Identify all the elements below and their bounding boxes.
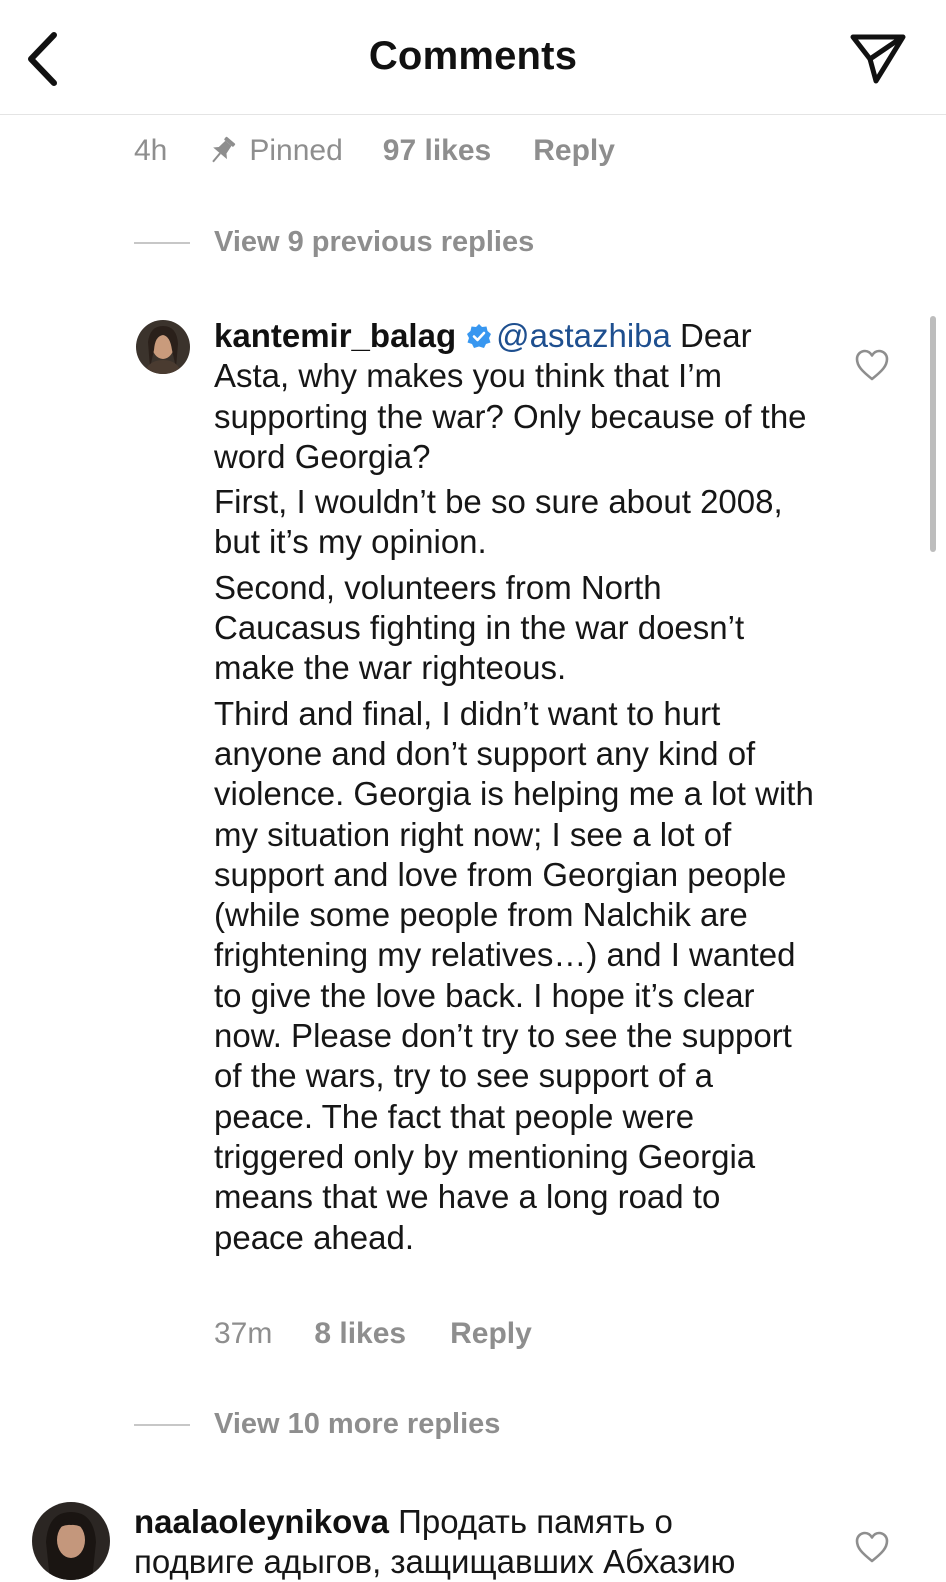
page-title: Comments [368,34,578,78]
mention-link[interactable]: @astazhiba [496,317,671,354]
avatar-image [32,1502,110,1580]
avatar[interactable] [136,320,190,374]
paper-plane-icon [850,34,906,84]
view-more-replies-label: View 10 more replies [214,1408,501,1440]
comment-paragraph: First, I wouldn’t be so sure about 2008,… [214,483,783,561]
comment-text: Продать память о [388,1503,673,1540]
scrollbar[interactable] [930,316,936,552]
comment-paragraph: Third and final, I didn’t want to hurt a… [214,694,814,1256]
comment-paragraph: kantemir_balag @astazhiba Dear Asta, why … [214,316,814,477]
comment-paragraph: Second, volunteers from North Caucasus f… [214,568,745,687]
pinned-comment-meta: 4h Pinned 97 likes Reply [134,134,615,168]
pinned-label: Pinned [249,134,343,167]
comment-username[interactable]: kantemir_balag [214,317,456,354]
reply-comment-meta: 37m 8 likes Reply [214,1317,532,1351]
comment-time: 37m [214,1317,273,1350]
comment-line: naalaoleynikova Продать память о [134,1502,814,1542]
view-previous-replies-button[interactable]: View 9 previous replies [134,226,534,259]
avatar[interactable] [32,1502,110,1580]
pin-icon [212,136,236,163]
reply-button[interactable]: Reply [533,134,615,168]
likes-count[interactable]: 8 likes [314,1317,406,1351]
view-previous-replies-label: View 9 previous replies [214,226,535,258]
top-bar: Comments [0,0,946,115]
divider-line [134,1423,190,1426]
share-button[interactable] [846,26,910,90]
likes-count[interactable]: 97 likes [383,134,491,168]
avatar-image [136,320,190,374]
comment-line: подвиге адыгов, защищавших Абхазию [134,1543,736,1580]
heart-icon [855,1531,889,1563]
like-button[interactable] [854,348,890,382]
reply-button[interactable]: Reply [450,1317,532,1351]
divider-line [134,241,190,244]
reply-comment: kantemir_balag @astazhiba Dear Asta, why … [214,316,814,1258]
verified-badge-icon [467,324,492,348]
like-button[interactable] [854,1530,890,1564]
comment-time: 4h [134,134,168,167]
view-more-replies-button[interactable]: View 10 more replies [134,1408,500,1441]
heart-icon [855,349,889,381]
comment: naalaoleynikova Продать память о подвиге… [134,1502,814,1582]
pinned-indicator: Pinned [205,134,343,168]
comment-username[interactable]: naalaoleynikova [134,1503,389,1540]
